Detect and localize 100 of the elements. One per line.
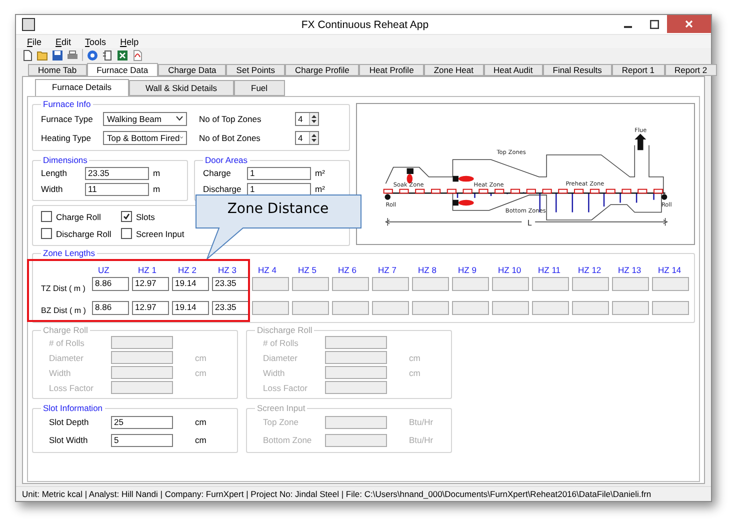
unit-label: cm — [409, 368, 420, 378]
pdf-icon[interactable] — [132, 50, 143, 60]
checkbox-label: Discharge Roll — [56, 228, 112, 238]
input-field[interactable]: 25 — [111, 416, 173, 428]
group-title: Charge Roll — [42, 325, 89, 335]
input-field[interactable]: 12.97 — [132, 301, 169, 315]
column-header: HZ 5 — [297, 265, 318, 275]
field-label: Loss Factor — [262, 382, 308, 392]
input-field[interactable]: 12.97 — [132, 277, 169, 291]
menu-item[interactable]: File — [22, 36, 47, 48]
field-label: Length — [41, 168, 68, 178]
field-label: Diameter — [48, 352, 84, 362]
input-field[interactable]: 1 — [247, 166, 311, 180]
input-field[interactable]: 8.86 — [92, 277, 129, 291]
field-label: Width — [262, 368, 286, 378]
tab[interactable]: Set Points — [226, 64, 286, 76]
menu-item[interactable]: Edit — [50, 36, 76, 48]
help-icon[interactable] — [87, 50, 98, 60]
tab[interactable]: Wall & Skid Details — [128, 80, 234, 96]
field-label: # of Rolls — [48, 338, 86, 348]
checkbox[interactable] — [121, 211, 132, 222]
spreadsheet-icon[interactable] — [117, 50, 128, 60]
tab[interactable]: Charge Data — [158, 64, 226, 76]
column-header: HZ 11 — [537, 265, 562, 275]
notes-icon[interactable] — [102, 50, 113, 60]
unit-label: cm — [195, 417, 206, 427]
field-label: Loss Factor — [48, 382, 94, 392]
group-title: Dimensions — [42, 155, 88, 165]
group-title: Slot Information — [42, 403, 104, 413]
checkbox-label: Slots — [136, 212, 155, 222]
printer-icon[interactable] — [67, 50, 78, 60]
checkbox-label: Screen Input — [136, 228, 184, 238]
field-label: Charge — [203, 168, 232, 178]
field-label: Bottom Zone — [262, 435, 313, 445]
checkbox[interactable] — [41, 228, 52, 239]
group-title: Screen Input — [256, 403, 306, 413]
unit-label: m² — [315, 168, 325, 178]
spinner-arrows-icon — [309, 112, 318, 124]
app-icon — [22, 18, 35, 31]
field-label: Furnace Type — [41, 114, 94, 124]
tab[interactable]: Heat Profile — [359, 64, 424, 76]
field-label: Width — [48, 368, 72, 378]
input-field[interactable]: 19.14 — [172, 277, 209, 291]
input-field[interactable]: 23.35 — [212, 301, 249, 315]
tab[interactable]: Furnace Data — [86, 63, 158, 76]
column-header: HZ 8 — [417, 265, 438, 275]
number-spinner[interactable]: 4 — [295, 130, 319, 144]
input-field[interactable]: 8.86 — [92, 301, 129, 315]
unit-label: Btu/Hr — [409, 435, 434, 445]
callout-text: Zone Distance — [226, 201, 330, 217]
column-header: HZ 2 — [177, 265, 198, 275]
tab[interactable]: Final Results — [542, 64, 612, 76]
tab[interactable]: Fuel — [234, 80, 285, 96]
tab[interactable]: Report 1 — [612, 64, 664, 76]
unit-label: cm — [409, 352, 420, 362]
input-field[interactable]: 23.35 — [85, 166, 149, 180]
checkbox[interactable] — [121, 228, 132, 239]
column-header: HZ 6 — [337, 265, 358, 275]
menu-item[interactable]: Tools — [80, 36, 112, 48]
field-label: Width — [41, 184, 64, 194]
column-header: HZ 4 — [257, 265, 278, 275]
input-field[interactable]: 19.14 — [172, 301, 209, 315]
tab[interactable]: Heat Audit — [484, 64, 543, 76]
tab[interactable]: Zone Heat — [424, 64, 484, 76]
input-field[interactable]: 11 — [85, 182, 149, 196]
field-label: No of Top Zones — [198, 114, 262, 124]
tab[interactable]: Report 2 — [664, 64, 718, 76]
checkbox[interactable] — [41, 211, 52, 222]
field-label: Slot Width — [48, 435, 89, 445]
menu-item[interactable]: Help — [115, 36, 144, 48]
unit-label: m — [153, 168, 160, 178]
row-label: TZ Dist ( m ) — [41, 284, 86, 292]
group-title: Discharge Roll — [256, 325, 314, 335]
field-label: Heating Type — [41, 132, 92, 142]
spinner-arrows-icon — [309, 132, 318, 144]
column-header: HZ 14 — [657, 265, 682, 275]
close-button[interactable] — [667, 15, 711, 33]
diagram-label: L — [527, 218, 532, 228]
checkbox-label: Charge Roll — [56, 212, 101, 222]
tab[interactable]: Home Tab — [28, 64, 87, 76]
window-title: FX Continuous Reheat App — [300, 18, 430, 30]
save-icon[interactable] — [52, 50, 63, 60]
column-header: HZ 9 — [457, 265, 478, 275]
tab[interactable]: Furnace Details — [35, 79, 129, 96]
column-header: HZ 10 — [497, 265, 522, 275]
dropdown[interactable]: Top & Bottom Fired — [103, 130, 187, 144]
tab[interactable]: Charge Profile — [285, 64, 360, 76]
input-field[interactable]: 23.35 — [212, 277, 249, 291]
column-header: HZ 13 — [617, 265, 642, 275]
input-field[interactable]: 5 — [111, 434, 173, 446]
column-header: HZ 12 — [577, 265, 602, 275]
number-spinner[interactable]: 4 — [295, 112, 319, 126]
unit-label: cm — [195, 352, 206, 362]
dropdown[interactable]: Walking Beam — [103, 112, 187, 126]
column-header: HZ 7 — [377, 265, 398, 275]
close-icon — [685, 20, 693, 28]
input-field[interactable]: 1 — [247, 182, 311, 196]
unit-label: cm — [195, 435, 206, 445]
column-header: HZ 3 — [217, 265, 238, 275]
group-title: Zone Lengths — [42, 248, 96, 258]
